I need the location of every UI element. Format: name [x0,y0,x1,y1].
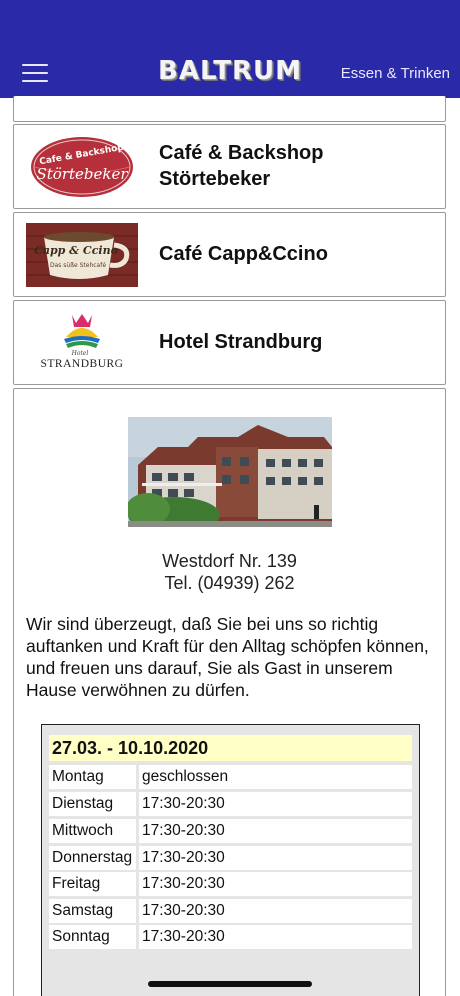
hours-time: 17:30-20:30 [139,792,412,816]
svg-text:Störtebeker: Störtebeker [36,165,128,183]
hours-row: Montag geschlossen [49,765,412,789]
hours-day: Montag [49,765,136,789]
app-header: BALTRUM Essen & Trinken [0,0,460,98]
description-text: Wir sind überzeugt, daß Sie bei uns so r… [26,614,429,700]
season-dates: 27.03. - 10.10.2020 [49,735,412,761]
hours-day: Samstag [49,899,136,923]
section-link-essen-trinken[interactable]: Essen & Trinken [341,65,450,82]
home-indicator[interactable] [148,981,312,987]
list-item-title: Hotel Strandburg [159,330,323,353]
hours-day: Sonntag [49,925,136,949]
hours-row: Samstag 17:30-20:30 [49,899,412,923]
strandburg-logo: Hotel STRANDBURG [26,311,138,375]
svg-text:Das süße Stehcafé: Das süße Stehcafé [50,262,106,269]
list-item-cappccino[interactable]: Capp & Ccino Das süße Stehcafé Café Capp… [13,212,446,297]
hours-row: Dienstag 17:30-20:30 [49,792,412,816]
hours-time: 17:30-20:30 [139,925,412,949]
hours-time: 17:30-20:30 [139,899,412,923]
hotel-detail-card: Westdorf Nr. 139 Tel. (04939) 262 Wir si… [13,388,446,996]
hotel-photo [128,417,332,527]
list-item-strandburg[interactable]: Hotel STRANDBURG Hotel Strandburg [13,300,446,385]
list-item-stoertebeker[interactable]: Cafe & Backshop Störtebeker Café & Backs… [13,124,446,209]
address-text: Westdorf Nr. 139 [162,551,297,571]
opening-hours-table: 27.03. - 10.10.2020 Montag geschlossen D… [41,724,420,996]
svg-text:Capp & Ccino: Capp & Ccino [34,244,118,257]
hours-day: Donnerstag [49,846,136,870]
hours-day: Mittwoch [49,819,136,843]
list-item-partial[interactable] [13,96,446,122]
list-item-title: Café Capp&Ccino [159,242,328,265]
hours-time: 17:30-20:30 [139,846,412,870]
cappccino-logo: Capp & Ccino Das süße Stehcafé [26,223,138,287]
svg-text:Hotel: Hotel [71,350,89,357]
hours-time: 17:30-20:30 [139,819,412,843]
hours-time: 17:30-20:30 [139,872,412,896]
svg-text:STRANDBURG: STRANDBURG [41,358,124,370]
hours-day: Freitag [49,872,136,896]
hours-day: Dienstag [49,792,136,816]
list-item-title: Café & Backshop Störtebeker [159,141,324,190]
hours-row: Donnerstag 17:30-20:30 [49,846,412,870]
hamburger-menu-icon[interactable] [22,64,48,82]
stoertebeker-logo: Cafe & Backshop Störtebeker [26,135,138,199]
phone-link[interactable]: Tel. (04939) 262 [14,573,445,594]
hours-time: geschlossen [139,765,412,789]
hours-row: Freitag 17:30-20:30 [49,872,412,896]
hours-row: Sonntag 17:30-20:30 [49,925,412,949]
app-title: BALTRUM [158,56,302,86]
hours-row: Mittwoch 17:30-20:30 [49,819,412,843]
